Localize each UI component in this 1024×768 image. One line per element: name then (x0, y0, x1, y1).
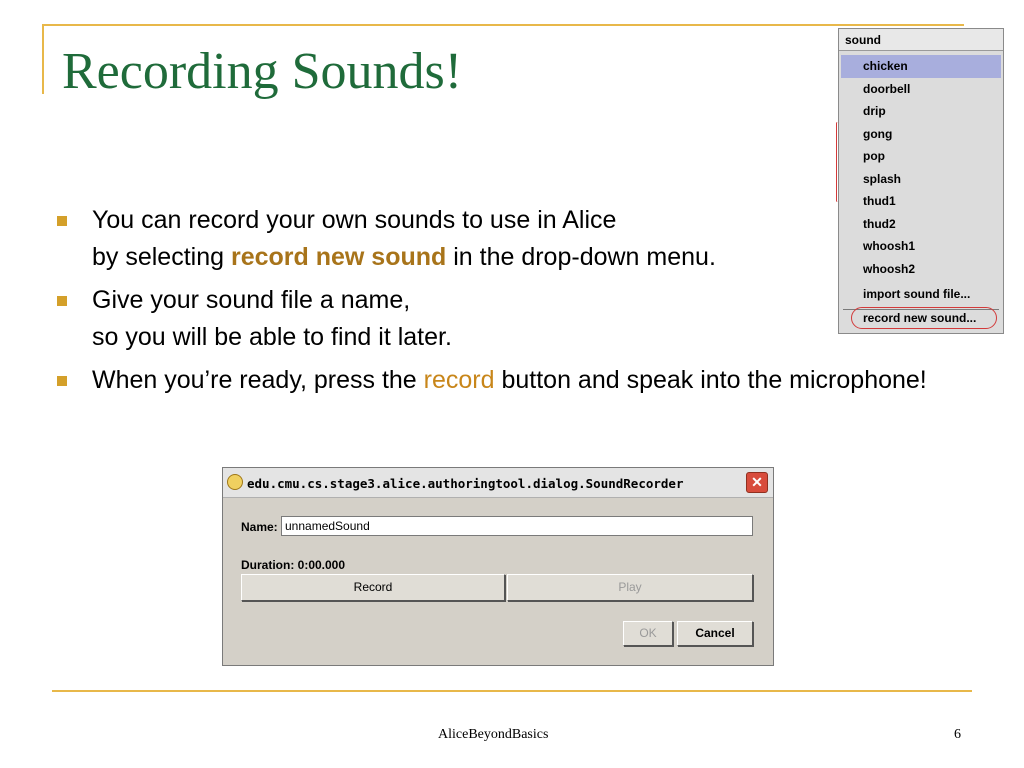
slide-title: Recording Sounds! (62, 43, 463, 100)
menu-item-whoosh2[interactable]: whoosh2 (841, 258, 1001, 281)
bullet-1-line1: You can record your own sounds to use in… (92, 206, 617, 234)
page-number: 6 (954, 727, 961, 742)
bullet-marker (57, 376, 67, 386)
menu-item-import-sound[interactable]: import sound file... (863, 287, 970, 301)
bullet-3-pre: When you’re ready, press the (92, 366, 424, 394)
bullet-3-highlight: record (423, 366, 495, 394)
bullet-3-post: button and speak into the microphone! (494, 366, 927, 394)
sound-recorder-dialog: edu.cmu.cs.stage3.alice.authoringtool.di… (222, 467, 774, 666)
frame-left-line (42, 24, 44, 94)
bullet-list: You can record your own sounds to use in… (52, 202, 932, 405)
sound-menu-header[interactable]: sound (839, 29, 1003, 51)
dialog-title-bar[interactable]: edu.cmu.cs.stage3.alice.authoringtool.di… (223, 468, 773, 498)
bullet-1-post: in the drop-down menu. (446, 243, 716, 271)
name-input[interactable]: unnamedSound (281, 516, 753, 536)
cancel-button[interactable]: Cancel (677, 621, 753, 646)
menu-item-record-new-sound[interactable]: record new sound... (863, 311, 976, 325)
record-button[interactable]: Record (241, 574, 505, 601)
menu-item-pop[interactable]: pop (841, 145, 1001, 168)
play-button[interactable]: Play (507, 574, 753, 601)
bullet-marker (57, 296, 67, 306)
bullet-1-pre: by selecting (92, 243, 231, 271)
alice-app-icon (227, 474, 243, 490)
menu-item-thud2[interactable]: thud2 (841, 213, 1001, 236)
bullet-2-line1: Give your sound file a name, (92, 286, 411, 314)
bullet-marker (57, 216, 67, 226)
menu-item-splash[interactable]: splash (841, 168, 1001, 191)
frame-bottom-line (52, 690, 972, 692)
bullet-1: You can record your own sounds to use in… (52, 202, 932, 276)
bullet-2-line2: so you will be able to find it later. (92, 323, 452, 351)
ok-button[interactable]: OK (623, 621, 673, 646)
duration-label: Duration: 0:00.000 (241, 558, 346, 572)
sound-dropdown-menu: sound chicken doorbell drip gong pop spl… (838, 28, 1004, 334)
name-label: Name: (241, 520, 278, 534)
bullet-1-highlight: record new sound (230, 243, 447, 271)
menu-item-gong[interactable]: gong (841, 123, 1001, 146)
frame-top-line (42, 24, 964, 26)
menu-item-doorbell[interactable]: doorbell (841, 78, 1001, 101)
close-icon[interactable]: ✕ (746, 472, 768, 493)
bullet-3: When you’re ready, press the record butt… (52, 362, 932, 399)
sound-menu-list: chicken doorbell drip gong pop splash th… (841, 55, 1001, 280)
footer-text: AliceBeyondBasics (438, 727, 549, 742)
menu-item-chicken[interactable]: chicken (841, 55, 1001, 78)
bullet-2: Give your sound file a name, so you will… (52, 282, 932, 356)
menu-item-thud1[interactable]: thud1 (841, 190, 1001, 213)
menu-item-drip[interactable]: drip (841, 100, 1001, 123)
menu-item-whoosh1[interactable]: whoosh1 (841, 235, 1001, 258)
dialog-title: edu.cmu.cs.stage3.alice.authoringtool.di… (247, 476, 684, 491)
